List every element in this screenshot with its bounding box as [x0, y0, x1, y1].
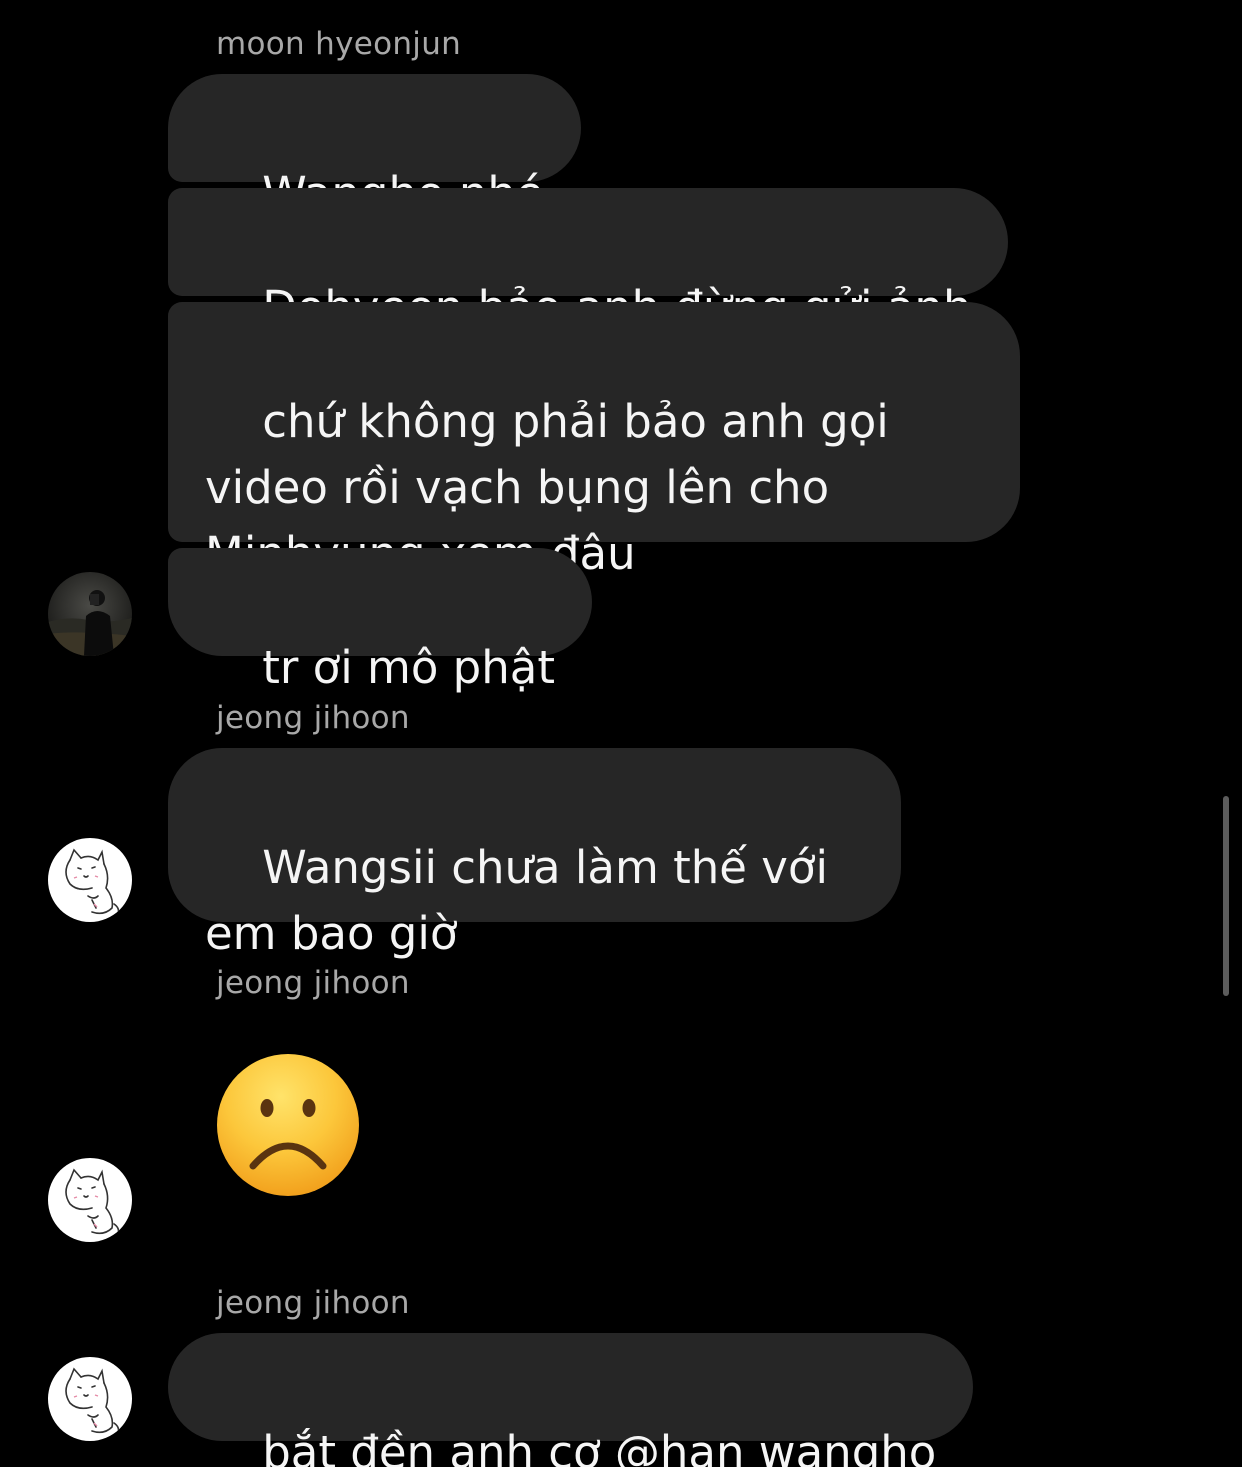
message-bubble[interactable]: Wangho nhé — [168, 74, 581, 220]
message-text: tr ơi mô phật — [262, 641, 555, 694]
message-text: bắt đền anh cơ @han wangho — [262, 1426, 937, 1467]
cat-drawing-avatar[interactable] — [48, 1357, 132, 1441]
message-text: Wangsii chưa làm thế với em bao giờ — [205, 841, 843, 960]
sender-name: jeong jihoon — [216, 1285, 410, 1321]
sender-name: jeong jihoon — [216, 965, 410, 1001]
message-bubble[interactable]: chứ không phải bảo anh gọi video rồi vạc… — [168, 302, 1020, 580]
user-photo-avatar[interactable] — [48, 572, 132, 656]
cat-drawing-avatar[interactable] — [48, 838, 132, 922]
frowning-face-emoji[interactable] — [215, 1052, 361, 1198]
cat-drawing-avatar[interactable] — [48, 1158, 132, 1242]
chat-thread: moon hyeonjun Wangho nhé Dohyeon bảo anh… — [0, 0, 1242, 1467]
message-bubble[interactable]: Dohyeon bảo anh đừng gửi ảnh — [168, 188, 1009, 334]
message-bubble[interactable]: bắt đền anh cơ @han wangho — [168, 1333, 974, 1467]
message-bubble[interactable]: tr ơi mô phật — [168, 548, 592, 694]
sender-name: moon hyeonjun — [216, 26, 462, 62]
message-bubble[interactable]: Wangsii chưa làm thế với em bao giờ — [168, 748, 901, 960]
scrollbar[interactable] — [1223, 796, 1229, 996]
sender-name: jeong jihoon — [216, 700, 410, 736]
